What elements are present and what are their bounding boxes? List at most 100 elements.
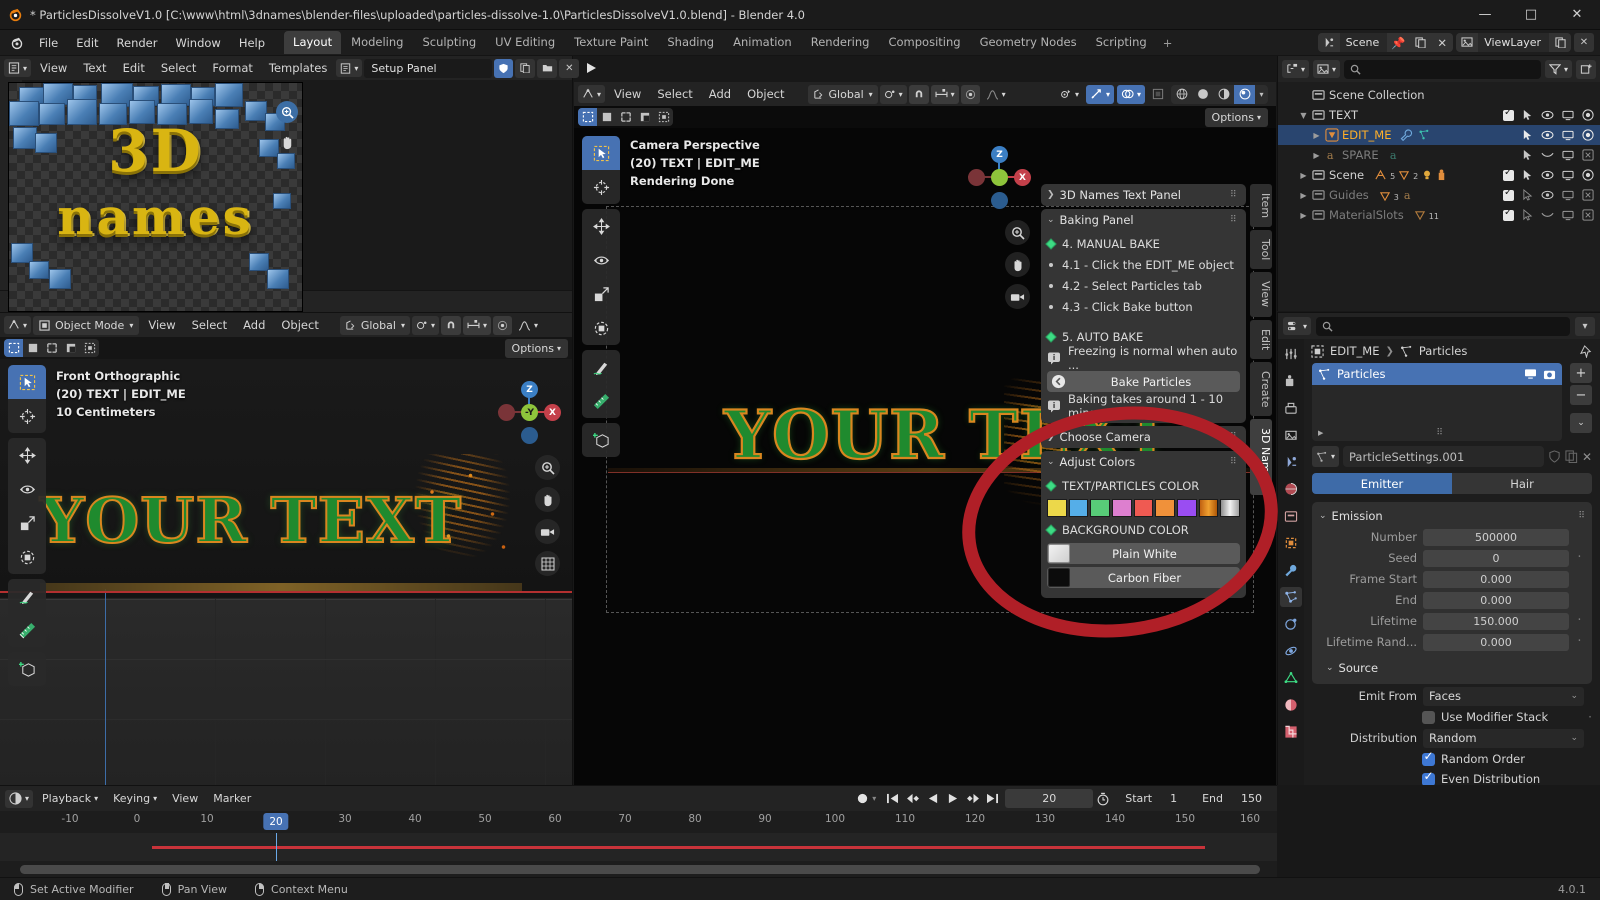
- editor-type-selector-properties[interactable]: ▾: [1283, 317, 1312, 335]
- falloff-curve-icon-main[interactable]: ▾: [982, 85, 1010, 104]
- show-overlays-icon[interactable]: ▾: [1116, 84, 1145, 104]
- lifetime-randomness-field[interactable]: 0.000: [1423, 633, 1569, 651]
- outliner-row-guides[interactable]: ▶ Guides 3 a: [1278, 185, 1600, 205]
- jump-to-end-button[interactable]: [983, 789, 1002, 808]
- select-box-mode[interactable]: [4, 339, 23, 357]
- outliner-row-edit-me[interactable]: ▶ EDIT_ME: [1278, 125, 1600, 145]
- maximize-button[interactable]: □: [1508, 0, 1554, 30]
- viewport-left-options-button[interactable]: Options ▾: [504, 338, 568, 358]
- viewport-main-canvas[interactable]: YOUR TEXT Z X Camera Perspective (20) TE…: [574, 128, 1276, 785]
- disable-render-off-icon[interactable]: [1581, 209, 1594, 222]
- background-plain-white-button[interactable]: Plain White: [1047, 543, 1240, 564]
- select-difference-mode-main[interactable]: [654, 108, 673, 126]
- tab-object-data[interactable]: [1280, 668, 1302, 688]
- tool-measure[interactable]: [8, 613, 46, 647]
- use-modifier-stack-checkbox[interactable]: [1422, 710, 1435, 724]
- expand-triangle-icon[interactable]: ▶: [1297, 191, 1310, 200]
- tab-view-layer[interactable]: [1280, 425, 1302, 445]
- particle-settings-name-field[interactable]: ParticleSettings.001: [1343, 446, 1544, 467]
- tool-transform[interactable]: [8, 540, 46, 574]
- tool-cursor-main[interactable]: [582, 170, 620, 204]
- vpm-menu-add[interactable]: Add: [702, 85, 738, 103]
- text-menu-format[interactable]: Format: [205, 59, 260, 77]
- fake-user-shield-icon[interactable]: [1548, 450, 1561, 463]
- sidebar-tab-view[interactable]: View: [1250, 272, 1272, 317]
- disable-viewport-icon[interactable]: [1561, 209, 1574, 222]
- menu-window[interactable]: Window: [166, 33, 229, 53]
- unlink-text-icon[interactable]: ✕: [559, 58, 580, 78]
- select-subtract-mode-main[interactable]: [635, 108, 654, 126]
- color-swatch-blue[interactable]: [1068, 499, 1089, 517]
- background-carbon-fiber-button[interactable]: Carbon Fiber: [1047, 567, 1240, 588]
- camera-view-icon-main[interactable]: [1005, 284, 1030, 309]
- sidebar-tab-item[interactable]: Item: [1250, 184, 1272, 228]
- vpl-menu-view[interactable]: View: [141, 316, 182, 334]
- pan-hand-icon-main[interactable]: [1005, 252, 1030, 277]
- falloff-curve-icon[interactable]: ▾: [514, 316, 542, 335]
- stopwatch-icon[interactable]: [1096, 792, 1110, 806]
- toggle-ortho-icon[interactable]: [535, 551, 560, 576]
- hide-eye-icon[interactable]: [1541, 129, 1554, 142]
- pan-hand-icon[interactable]: [535, 487, 560, 512]
- snap-magnet-icon[interactable]: [440, 315, 461, 335]
- workspace-tab-layout[interactable]: Layout: [284, 31, 342, 54]
- sidebar-tab-tool[interactable]: Tool: [1250, 230, 1272, 270]
- object-mode-selector[interactable]: Object Mode ▾: [33, 315, 140, 335]
- viewport-left-axis-gizmo[interactable]: Z -Y X: [494, 373, 564, 444]
- text-menu-view[interactable]: View: [33, 59, 74, 77]
- prev-keyframe-button[interactable]: [903, 789, 922, 808]
- tab-particles[interactable]: [1280, 587, 1302, 607]
- show-gizmo-icon[interactable]: ▾: [1085, 84, 1114, 104]
- xray-toggle-icon[interactable]: [1148, 85, 1168, 104]
- panel-header-baking[interactable]: ⌄ Baking Panel ⠿: [1041, 209, 1246, 231]
- outliner-row-text[interactable]: ▼ TEXT: [1278, 105, 1600, 125]
- workspace-tab-sculpting[interactable]: Sculpting: [413, 31, 485, 54]
- color-swatch-purple[interactable]: [1177, 499, 1197, 517]
- snap-magnet-icon-main[interactable]: [908, 84, 929, 104]
- workspace-tab-compositing[interactable]: Compositing: [879, 31, 969, 54]
- panel-header-choose-camera[interactable]: ❯ Choose Camera ⠿: [1041, 426, 1246, 448]
- open-text-icon[interactable]: [537, 58, 558, 78]
- play-reverse-button[interactable]: [923, 789, 942, 808]
- tool-add-cube[interactable]: [8, 652, 46, 686]
- animate-property-dot[interactable]: ·: [1575, 614, 1584, 627]
- hide-eye-icon[interactable]: [1541, 109, 1554, 122]
- frame-start-field[interactable]: 0.000: [1423, 570, 1569, 588]
- tab-world[interactable]: [1280, 479, 1302, 499]
- zoom-icon[interactable]: [276, 101, 298, 123]
- gizmo-x-axis-main[interactable]: X: [1014, 169, 1031, 186]
- selectable-cursor-icon[interactable]: [1521, 149, 1534, 162]
- remove-viewlayer-button[interactable]: ✕: [1574, 33, 1594, 52]
- disable-viewport-icon[interactable]: [1561, 189, 1574, 202]
- zoom-icon-main[interactable]: [1005, 220, 1030, 245]
- tab-modifiers[interactable]: [1280, 560, 1302, 580]
- menu-edit[interactable]: Edit: [67, 33, 107, 53]
- outliner-row-materialslots[interactable]: ▶ MaterialSlots 11: [1278, 205, 1600, 225]
- render-display-icon[interactable]: [1543, 368, 1556, 380]
- transform-orientation-selector[interactable]: Global ▾: [339, 315, 410, 335]
- outliner-row-spare[interactable]: ▶ a SPARE a: [1278, 145, 1600, 165]
- tab-output[interactable]: [1280, 398, 1302, 418]
- tab-constraints[interactable]: [1280, 641, 1302, 661]
- new-collection-icon[interactable]: [1576, 59, 1596, 79]
- panel-header-3d-names-text[interactable]: ❯ 3D Names Text Panel ⠿: [1041, 184, 1246, 206]
- tab-scene[interactable]: [1280, 452, 1302, 472]
- breadcrumb-object-name[interactable]: EDIT_ME: [1330, 344, 1379, 358]
- text-menu-edit[interactable]: Edit: [116, 59, 152, 77]
- timeline-menu-marker[interactable]: Marker: [207, 790, 257, 808]
- selectable-cursor-icon[interactable]: [1521, 169, 1534, 182]
- expand-triangle-icon[interactable]: ▶: [1318, 429, 1323, 437]
- jump-to-start-button[interactable]: [883, 789, 902, 808]
- pivot-point-selector-main[interactable]: ▾: [879, 84, 907, 104]
- distribution-dropdown[interactable]: Random ⌄: [1423, 728, 1584, 748]
- tool-rotate[interactable]: [8, 472, 46, 506]
- play-button[interactable]: [943, 789, 962, 808]
- text-menu-templates[interactable]: Templates: [262, 59, 334, 77]
- disable-render-off-icon[interactable]: [1581, 149, 1594, 162]
- snap-settings-main[interactable]: ▾: [930, 84, 959, 104]
- tool-move[interactable]: [8, 438, 46, 472]
- pin-icon[interactable]: [1580, 344, 1593, 358]
- color-swatch-orange[interactable]: [1155, 499, 1176, 517]
- panel-3d-names-text[interactable]: ❯ 3D Names Text Panel ⠿: [1041, 184, 1246, 206]
- timeline-menu-playback[interactable]: Playback ▾: [36, 790, 104, 808]
